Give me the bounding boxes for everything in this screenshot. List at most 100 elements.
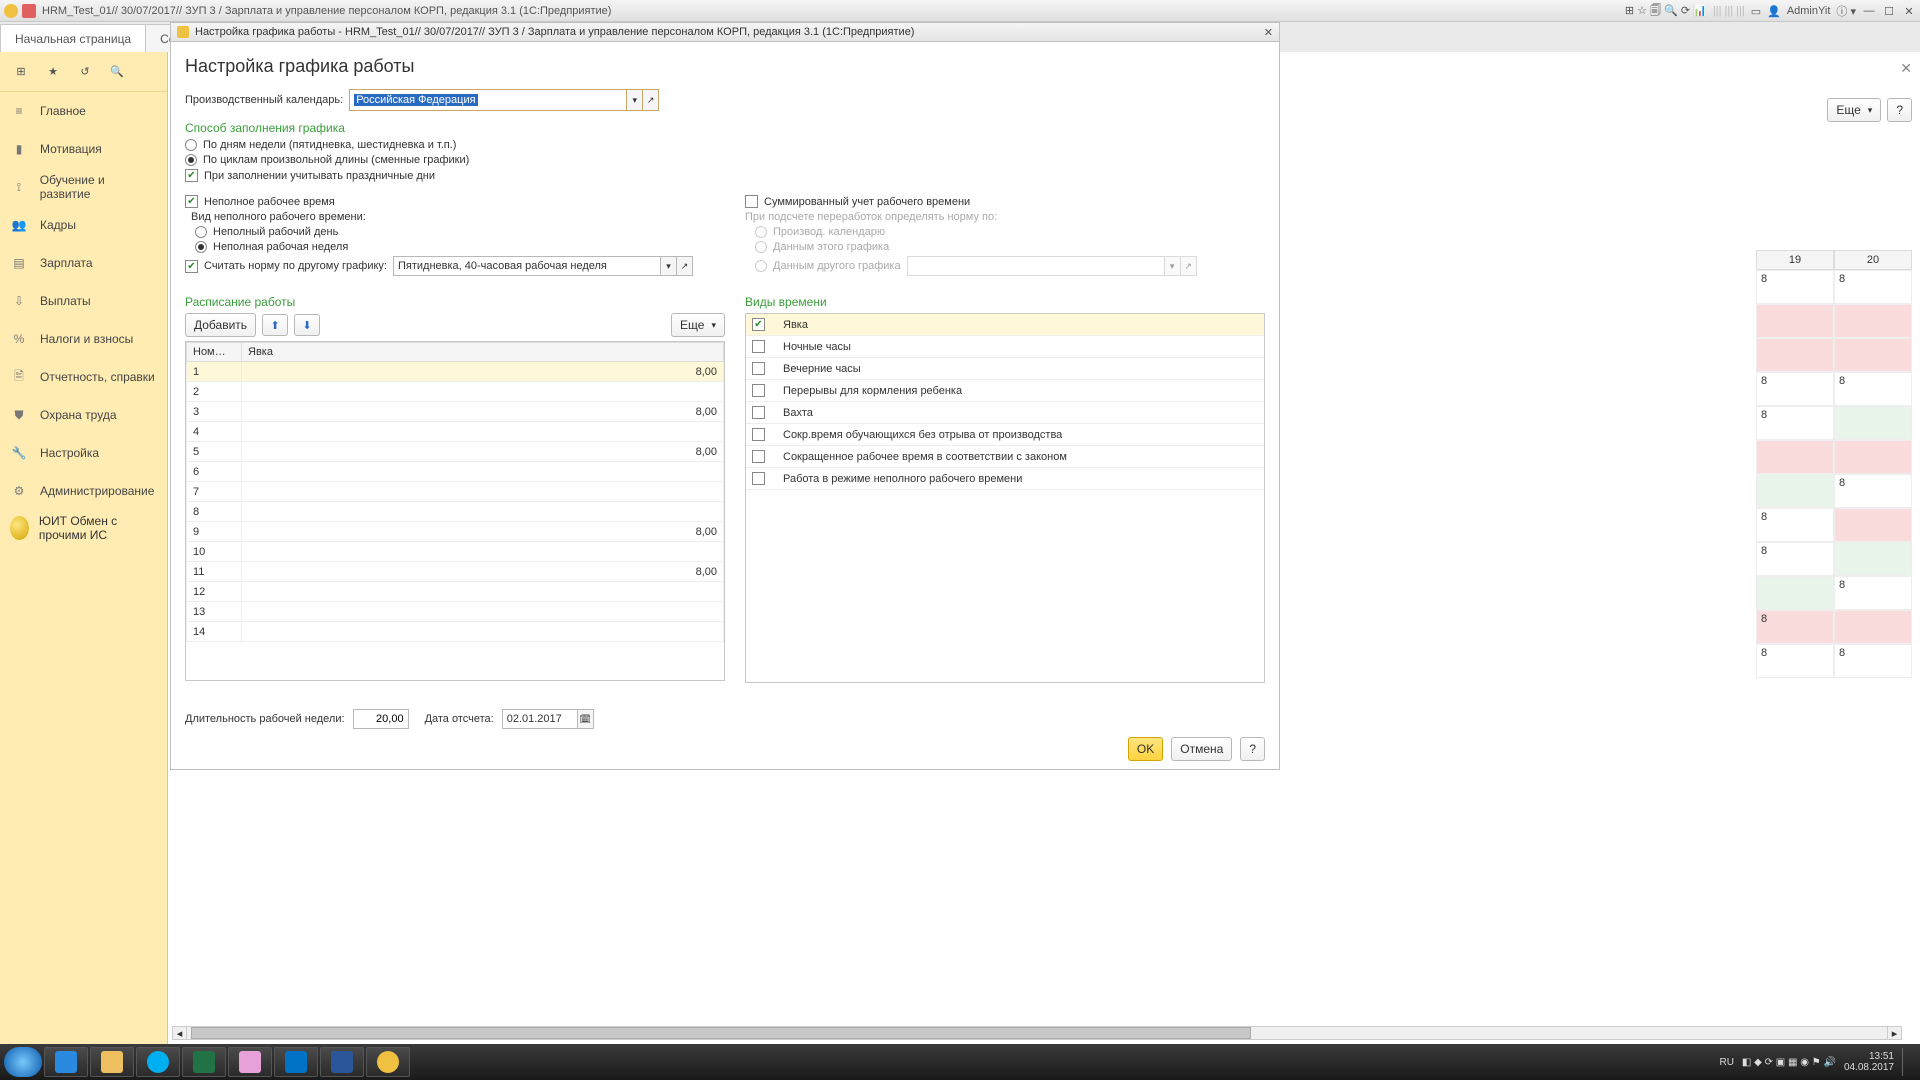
calendar-cell[interactable]: 8 bbox=[1834, 576, 1912, 610]
ok-button[interactable]: OK bbox=[1128, 737, 1163, 761]
timetype-row[interactable]: Ночные часы bbox=[746, 336, 1264, 358]
system-tray[interactable]: RU ◧ ◆ ⟳ ▣ ▦ ◉ ⚑ 🔊 13:51 04.08.2017 bbox=[1719, 1048, 1916, 1076]
calendar-cell[interactable] bbox=[1756, 338, 1834, 372]
close-form-button[interactable]: ✕ bbox=[1900, 60, 1912, 77]
sidebar-item-salary[interactable]: ▤Зарплата bbox=[0, 244, 167, 282]
table-row[interactable]: 18,00 bbox=[187, 362, 724, 382]
checkbox[interactable]: ✔ bbox=[752, 318, 765, 331]
calendar-cell[interactable] bbox=[1834, 406, 1912, 440]
checkbox[interactable] bbox=[752, 384, 765, 397]
task-outlook[interactable] bbox=[274, 1047, 318, 1077]
table-row[interactable]: 12 bbox=[187, 582, 724, 602]
table-row[interactable]: 8 bbox=[187, 502, 724, 522]
checkbox[interactable] bbox=[752, 428, 765, 441]
calendar-cell[interactable] bbox=[1834, 610, 1912, 644]
sidebar-item-training[interactable]: ⟟Обучение и развитие bbox=[0, 168, 167, 206]
timetype-row[interactable]: Работа в режиме неполного рабочего време… bbox=[746, 468, 1264, 490]
timetype-row[interactable]: Вахта bbox=[746, 402, 1264, 424]
table-row[interactable]: 10 bbox=[187, 542, 724, 562]
add-button[interactable]: Добавить bbox=[185, 313, 256, 337]
task-explorer[interactable] bbox=[90, 1047, 134, 1077]
task-skype[interactable] bbox=[136, 1047, 180, 1077]
calendar-cell[interactable]: 8 bbox=[1834, 372, 1912, 406]
table-row[interactable]: 14 bbox=[187, 622, 724, 642]
startdate-input[interactable]: 02.01.2017 🗓 bbox=[502, 709, 594, 729]
norm-select[interactable]: Пятидневка, 40-часовая рабочая неделя ▾ … bbox=[393, 256, 693, 276]
table-row[interactable]: 38,00 bbox=[187, 402, 724, 422]
open-icon[interactable]: ↗ bbox=[677, 256, 693, 276]
history-icon[interactable]: ↺ bbox=[76, 63, 94, 81]
calendar-cell[interactable]: 8 bbox=[1756, 542, 1834, 576]
sidebar-item-motivation[interactable]: ▮Мотивация bbox=[0, 130, 167, 168]
timetype-row[interactable]: Сокращенное рабочее время в соответствии… bbox=[746, 446, 1264, 468]
more-button[interactable]: Еще bbox=[1827, 98, 1881, 122]
table-row[interactable]: 6 bbox=[187, 462, 724, 482]
info-icon[interactable]: ⓘ ▾ bbox=[1836, 3, 1856, 19]
more-grid-button[interactable]: Еще bbox=[671, 313, 725, 337]
table-row[interactable]: 2 bbox=[187, 382, 724, 402]
checkbox[interactable] bbox=[752, 340, 765, 353]
calendar-cell[interactable] bbox=[1834, 440, 1912, 474]
timetypes-grid[interactable]: ✔ЯвкаНочные часыВечерние часыПерерывы дл… bbox=[745, 313, 1265, 683]
calendar-cell[interactable] bbox=[1756, 440, 1834, 474]
task-ie[interactable] bbox=[44, 1047, 88, 1077]
show-desktop[interactable] bbox=[1902, 1048, 1910, 1076]
minimize-button[interactable]: — bbox=[1862, 4, 1876, 18]
calendar-cell[interactable] bbox=[1756, 304, 1834, 338]
schedule-grid[interactable]: Ном… Явка 18,00238,00458,0067898,0010118… bbox=[185, 341, 725, 681]
table-row[interactable]: 13 bbox=[187, 602, 724, 622]
sidebar-item-reports[interactable]: 🖹Отчетность, справки bbox=[0, 358, 167, 396]
radio-cycles[interactable] bbox=[185, 154, 197, 166]
calendar-cell[interactable]: 8 bbox=[1834, 474, 1912, 508]
calendar-cell[interactable] bbox=[1834, 508, 1912, 542]
task-word[interactable] bbox=[320, 1047, 364, 1077]
sidebar-item-safety[interactable]: ⛊Охрана труда bbox=[0, 396, 167, 434]
col-yavka[interactable]: Явка bbox=[242, 343, 724, 362]
sidebar-item-settings[interactable]: 🔧Настройка bbox=[0, 434, 167, 472]
table-row[interactable]: 58,00 bbox=[187, 442, 724, 462]
panel-icon[interactable]: ▭ bbox=[1751, 5, 1761, 18]
toolbar-group[interactable]: ⊞ ☆ 🗐 🔍 ⟳ 📊 bbox=[1625, 2, 1707, 21]
dialog-help-button[interactable]: ? bbox=[1240, 737, 1265, 761]
checkbox[interactable] bbox=[752, 362, 765, 375]
calendar-cell[interactable]: 8 bbox=[1756, 610, 1834, 644]
search-icon[interactable]: 🔍 bbox=[108, 63, 126, 81]
checkbox-norm[interactable]: ✔ bbox=[185, 260, 198, 273]
dialog-close-button[interactable]: ✕ bbox=[1264, 26, 1273, 39]
checkbox[interactable] bbox=[752, 406, 765, 419]
start-button[interactable] bbox=[4, 1047, 42, 1077]
table-row[interactable]: 98,00 bbox=[187, 522, 724, 542]
task-paint[interactable] bbox=[228, 1047, 272, 1077]
user-name[interactable]: AdminYit bbox=[1787, 5, 1831, 17]
sidebar-item-main[interactable]: ≡Главное bbox=[0, 92, 167, 130]
timetype-row[interactable]: Вечерние часы bbox=[746, 358, 1264, 380]
table-row[interactable]: 118,00 bbox=[187, 562, 724, 582]
tab-home[interactable]: Начальная страница bbox=[0, 24, 146, 52]
col-num[interactable]: Ном… bbox=[187, 343, 242, 362]
horizontal-scrollbar[interactable]: ◂ ▸ bbox=[172, 1026, 1902, 1040]
move-up-button[interactable]: ⬆ bbox=[262, 314, 288, 336]
favorites-icon[interactable]: ★ bbox=[44, 63, 62, 81]
lang-indicator[interactable]: RU bbox=[1719, 1057, 1733, 1068]
timetype-row[interactable]: Сокр.время обучающихся без отрыва от про… bbox=[746, 424, 1264, 446]
close-button[interactable]: ✕ bbox=[1902, 4, 1916, 18]
calendar-cell[interactable] bbox=[1834, 304, 1912, 338]
task-excel[interactable] bbox=[182, 1047, 226, 1077]
sidebar-item-payouts[interactable]: ⇩Выплаты bbox=[0, 282, 167, 320]
tray-icons[interactable]: ◧ ◆ ⟳ ▣ ▦ ◉ ⚑ 🔊 bbox=[1742, 1057, 1836, 1068]
calendar-cell[interactable] bbox=[1834, 542, 1912, 576]
close-doc-icon[interactable] bbox=[22, 4, 36, 18]
sidebar-item-staff[interactable]: 👥Кадры bbox=[0, 206, 167, 244]
calendar-cell[interactable]: 8 bbox=[1756, 508, 1834, 542]
calendar-cell[interactable]: 8 bbox=[1756, 406, 1834, 440]
checkbox-parttime[interactable]: ✔ bbox=[185, 195, 198, 208]
checkbox[interactable] bbox=[752, 450, 765, 463]
radio-partweek[interactable] bbox=[195, 241, 207, 253]
table-row[interactable]: 4 bbox=[187, 422, 724, 442]
open-icon[interactable]: ↗ bbox=[642, 90, 658, 110]
task-1c[interactable] bbox=[366, 1047, 410, 1077]
maximize-button[interactable]: ☐ bbox=[1882, 4, 1896, 18]
calendar-cell[interactable] bbox=[1756, 576, 1834, 610]
calendar-cell[interactable]: 8 bbox=[1834, 270, 1912, 304]
calendar-cell[interactable]: 8 bbox=[1834, 644, 1912, 678]
